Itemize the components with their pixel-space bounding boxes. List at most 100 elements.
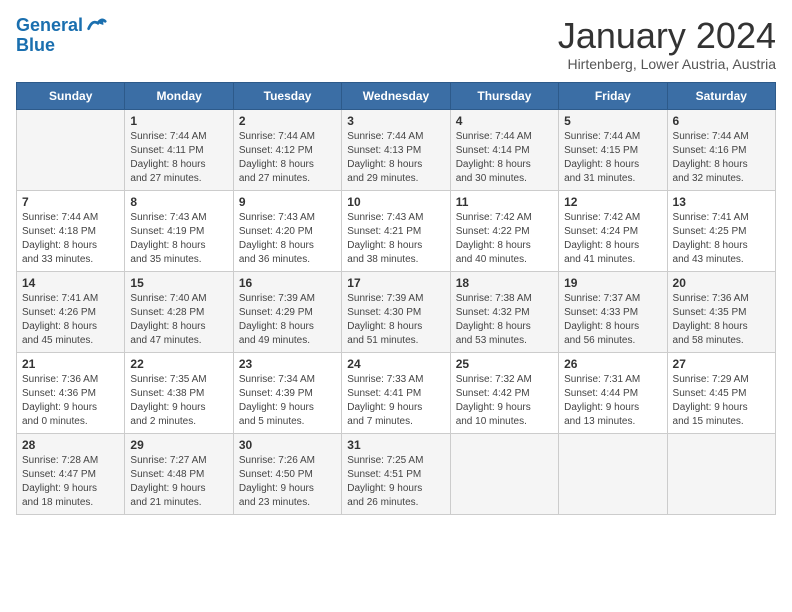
header-cell-thursday: Thursday [450,82,558,109]
calendar-cell: 4Sunrise: 7:44 AMSunset: 4:14 PMDaylight… [450,109,558,190]
day-number: 7 [22,195,119,209]
day-info: Sunrise: 7:36 AMSunset: 4:35 PMDaylight:… [673,292,770,348]
day-info-line: and 47 minutes. [130,335,201,346]
day-info-line: Sunset: 4:20 PM [239,226,313,237]
header-cell-monday: Monday [125,82,233,109]
week-row-2: 14Sunrise: 7:41 AMSunset: 4:26 PMDayligh… [17,271,776,352]
day-number: 2 [239,114,336,128]
day-info-line: and 56 minutes. [564,335,635,346]
calendar-cell: 15Sunrise: 7:40 AMSunset: 4:28 PMDayligh… [125,271,233,352]
day-info-line: and 27 minutes. [239,173,310,184]
calendar-cell [667,433,775,514]
day-info-line: Sunset: 4:19 PM [130,226,204,237]
day-info-line: and 41 minutes. [564,254,635,265]
day-info-line: Sunset: 4:26 PM [22,307,96,318]
day-info-line: and 49 minutes. [239,335,310,346]
day-info-line: Sunrise: 7:44 AM [22,212,98,223]
calendar-cell: 19Sunrise: 7:37 AMSunset: 4:33 PMDayligh… [559,271,667,352]
day-info: Sunrise: 7:34 AMSunset: 4:39 PMDaylight:… [239,373,336,429]
day-info: Sunrise: 7:39 AMSunset: 4:30 PMDaylight:… [347,292,444,348]
day-info-line: and 21 minutes. [130,497,201,508]
day-info: Sunrise: 7:41 AM Sunset: 4:26 PM Daylight:… [22,292,119,348]
day-info-line: Sunrise: 7:31 AM [564,374,640,385]
day-number: 17 [347,276,444,290]
calendar-cell: 12Sunrise: 7:42 AMSunset: 4:24 PMDayligh… [559,190,667,271]
day-info-line: and 45 minutes. [22,335,93,346]
calendar-cell: 2Sunrise: 7:44 AMSunset: 4:12 PMDaylight… [233,109,341,190]
day-info-line: Sunset: 4:22 PM [456,226,530,237]
day-info-line: Sunrise: 7:42 AM [564,212,640,223]
day-info-line: Sunrise: 7:26 AM [239,455,315,466]
calendar-cell: 17 Sunrise: 7:39 AMSunset: 4:30 PMDayligh… [342,271,450,352]
day-info-line: Daylight: 8 hours [564,240,639,251]
day-info-line: Sunrise: 7:37 AM [564,293,640,304]
day-info-line: Daylight: 8 hours [239,159,314,170]
day-number: 19 [564,276,661,290]
day-number: 24 [347,357,444,371]
calendar-cell: 11Sunrise: 7:42 AMSunset: 4:22 PMDayligh… [450,190,558,271]
day-info-line: Sunrise: 7:28 AM [22,455,98,466]
logo: General Blue [16,16,107,56]
day-number: 8 [130,195,227,209]
day-number: 15 [130,276,227,290]
day-info-line: Daylight: 8 hours [22,321,97,332]
day-info: Sunrise: 7:38 AMSunset: 4:32 PMDaylight:… [456,292,553,348]
calendar-cell: 10Sunrise: 7:43 AMSunset: 4:21 PMDayligh… [342,190,450,271]
calendar-cell: 7 Sunrise: 7:44 AMSunset: 4:18 PMDaylight… [17,190,125,271]
day-info: Sunrise: 7:39 AMSunset: 4:29 PMDaylight:… [239,292,336,348]
calendar-cell [559,433,667,514]
logo-text-blue: Blue [16,36,107,56]
day-info-line: Sunrise: 7:33 AM [347,374,423,385]
day-info-line: Sunset: 4:36 PM [22,388,96,399]
day-info-line: Sunset: 4:11 PM [130,145,203,156]
day-info-line: Sunrise: 7:36 AM [22,374,98,385]
day-info-line: and 35 minutes. [130,254,201,265]
header-cell-tuesday: Tuesday [233,82,341,109]
calendar-cell: 26Sunrise: 7:31 AMSunset: 4:44 PMDayligh… [559,352,667,433]
day-info: Sunrise: 7:29 AMSunset: 4:45 PMDaylight:… [673,373,770,429]
day-info: Sunrise: 7:44 AMSunset: 4:18 PMDaylight:… [22,211,119,267]
day-info-line: Sunset: 4:25 PM [673,226,747,237]
day-number: 21 [22,357,119,371]
day-info-line: Sunset: 4:44 PM [564,388,638,399]
day-info-line: Daylight: 8 hours [239,240,314,251]
day-info-line: Daylight: 8 hours [456,159,531,170]
day-info-line: Daylight: 8 hours [130,240,205,251]
day-info-line: and 5 minutes. [239,416,305,427]
day-info-line: Sunset: 4:32 PM [456,307,530,318]
day-info: Sunrise: 7:44 AMSunset: 4:14 PMDaylight:… [456,130,553,186]
day-info-line: and 31 minutes. [564,173,635,184]
calendar-cell: 27Sunrise: 7:29 AMSunset: 4:45 PMDayligh… [667,352,775,433]
calendar-cell: 29Sunrise: 7:27 AMSunset: 4:48 PMDayligh… [125,433,233,514]
day-info-line: Sunset: 4:47 PM [22,469,96,480]
day-info-line: Sunrise: 7:41 AM [673,212,749,223]
day-number: 25 [456,357,553,371]
week-row-3: 21 Sunrise: 7:36 AM Sunset: 4:36 PM Dayligh… [17,352,776,433]
calendar-cell: 3Sunrise: 7:44 AMSunset: 4:13 PMDaylight… [342,109,450,190]
day-number: 5 [564,114,661,128]
day-info-line: Sunset: 4:39 PM [239,388,313,399]
day-info-line: and 53 minutes. [456,335,527,346]
calendar-cell [450,433,558,514]
calendar-cell: 20Sunrise: 7:36 AMSunset: 4:35 PMDayligh… [667,271,775,352]
day-info: Sunrise: 7:43 AMSunset: 4:20 PMDaylight:… [239,211,336,267]
day-info-line: Daylight: 8 hours [564,159,639,170]
day-info-line: Sunrise: 7:44 AM [564,131,640,142]
day-info: Sunrise: 7:26 AMSunset: 4:50 PMDaylight:… [239,454,336,510]
title-block: January 2024 Hirtenberg, Lower Austria, … [558,16,776,72]
day-number: 26 [564,357,661,371]
calendar-cell: 28Sunrise: 7:28 AMSunset: 4:47 PMDayligh… [17,433,125,514]
day-info-line: Daylight: 8 hours [673,321,748,332]
day-info: Sunrise: 7:43 AMSunset: 4:21 PMDaylight:… [347,211,444,267]
day-info-line: and 51 minutes. [347,335,418,346]
day-info-line: Sunrise: 7:44 AM [239,131,315,142]
day-info-line: Daylight: 9 hours [130,402,205,413]
header-cell-saturday: Saturday [667,82,775,109]
logo-text: General [16,16,83,36]
day-info: Sunrise: 7:44 AMSunset: 4:15 PMDaylight:… [564,130,661,186]
day-info-line: Daylight: 9 hours [22,402,97,413]
day-info-line: Sunrise: 7:41 AM [22,293,98,304]
day-info: Sunrise: 7:35 AMSunset: 4:38 PMDaylight:… [130,373,227,429]
day-info-line: Sunrise: 7:39 AM [239,293,315,304]
day-info-line: and 40 minutes. [456,254,527,265]
